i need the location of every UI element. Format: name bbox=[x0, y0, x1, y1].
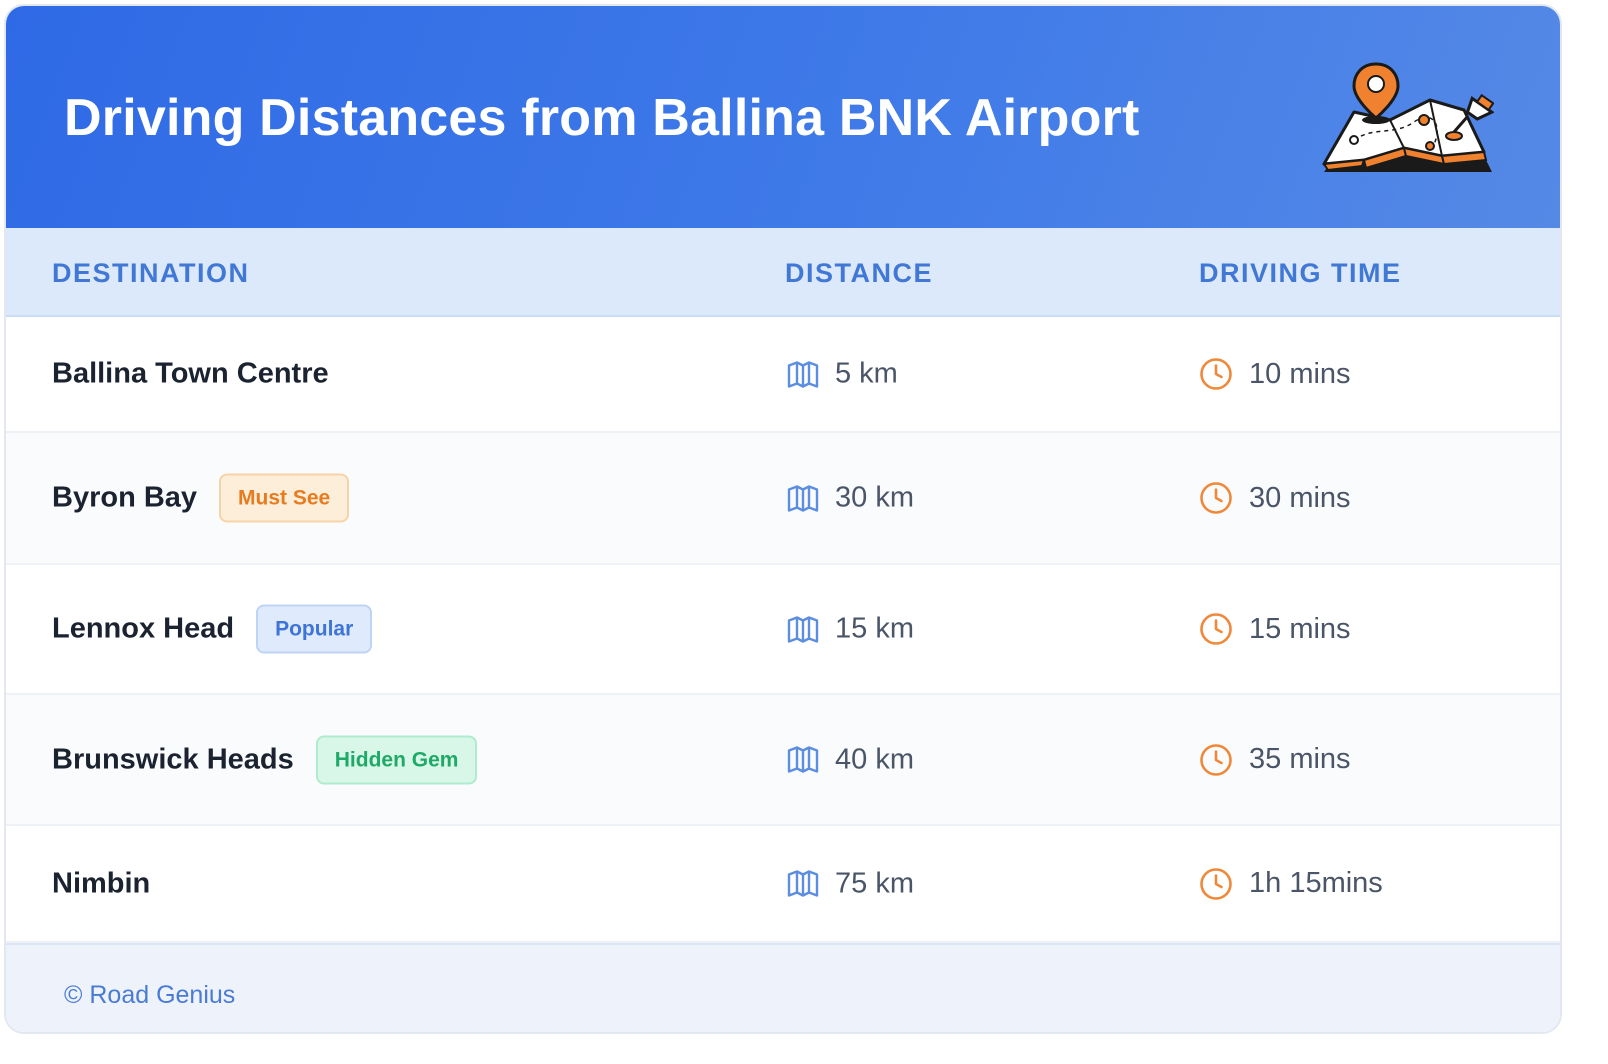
distance-value: 30 km bbox=[835, 481, 914, 514]
map-icon bbox=[787, 870, 819, 898]
column-header-driving-time: DRIVING TIME bbox=[1199, 258, 1402, 288]
time-cell: 10 mins bbox=[1199, 357, 1351, 391]
copyright-text: © Road Genius bbox=[64, 981, 236, 1009]
column-header-destination: DESTINATION bbox=[52, 258, 250, 288]
map-icon bbox=[787, 360, 819, 388]
map-icon bbox=[787, 615, 819, 643]
table-row: Brunswick Heads Hidden Gem 40 km 35 mins bbox=[6, 695, 1560, 826]
destination-cell: Lennox Head Popular bbox=[52, 604, 373, 654]
time-value: 30 mins bbox=[1249, 481, 1351, 514]
distance-value: 75 km bbox=[835, 867, 914, 899]
clock-icon bbox=[1199, 481, 1233, 515]
map-icon bbox=[787, 484, 819, 512]
time-cell: 35 mins bbox=[1199, 743, 1351, 777]
time-value: 1h 15mins bbox=[1249, 867, 1383, 899]
badge-green: Hidden Gem bbox=[315, 735, 478, 784]
table-row: Ballina Town Centre 5 km 10 mins bbox=[6, 317, 1560, 433]
destination-name: Ballina Town Centre bbox=[52, 357, 329, 390]
map-with-pins-icon bbox=[1314, 56, 1495, 186]
distance-value: 40 km bbox=[835, 743, 914, 775]
page-title: Driving Distances from Ballina BNK Airpo… bbox=[64, 89, 1140, 147]
time-cell: 15 mins bbox=[1199, 612, 1351, 646]
clock-icon bbox=[1199, 867, 1233, 901]
time-cell: 1h 15mins bbox=[1199, 867, 1383, 901]
header-banner: Driving Distances from Ballina BNK Airpo… bbox=[6, 6, 1560, 228]
destination-name: Lennox Head bbox=[52, 612, 235, 645]
distance-cell: 40 km bbox=[787, 743, 914, 776]
footer: © Road Genius bbox=[6, 943, 1560, 1032]
destination-name: Nimbin bbox=[52, 867, 151, 899]
badge-orange: Must See bbox=[219, 473, 350, 523]
time-value: 15 mins bbox=[1249, 612, 1351, 645]
distance-value: 15 km bbox=[835, 612, 914, 645]
distance-value: 5 km bbox=[835, 357, 898, 390]
time-value: 10 mins bbox=[1249, 357, 1351, 390]
destination-cell: Nimbin bbox=[52, 867, 150, 900]
destination-cell: Ballina Town Centre bbox=[52, 358, 329, 391]
clock-icon bbox=[1199, 357, 1233, 391]
distance-cell: 15 km bbox=[787, 613, 914, 646]
table-row: Nimbin 75 km 1h 15mins bbox=[6, 826, 1560, 943]
table-row: Byron Bay Must See 30 km 30 mins bbox=[6, 433, 1560, 565]
map-icon bbox=[787, 746, 819, 774]
destination-name: Byron Bay bbox=[52, 481, 198, 514]
time-cell: 30 mins bbox=[1199, 481, 1351, 515]
distance-card: Driving Distances from Ballina BNK Airpo… bbox=[4, 4, 1562, 1034]
distance-cell: 30 km bbox=[787, 482, 914, 515]
distance-cell: 75 km bbox=[787, 867, 914, 900]
distance-cell: 5 km bbox=[787, 358, 898, 391]
table-row: Lennox Head Popular 15 km 15 mins bbox=[6, 565, 1560, 695]
clock-icon bbox=[1199, 612, 1233, 646]
time-value: 35 mins bbox=[1249, 743, 1351, 775]
badge-blue: Popular bbox=[256, 604, 373, 654]
clock-icon bbox=[1199, 743, 1233, 777]
table-header: DESTINATION DISTANCE DRIVING TIME bbox=[6, 228, 1560, 317]
column-header-distance: DISTANCE bbox=[785, 258, 934, 288]
destination-cell: Byron Bay Must See bbox=[52, 473, 350, 523]
destination-cell: Brunswick Heads Hidden Gem bbox=[52, 735, 478, 784]
destination-name: Brunswick Heads bbox=[52, 743, 294, 775]
